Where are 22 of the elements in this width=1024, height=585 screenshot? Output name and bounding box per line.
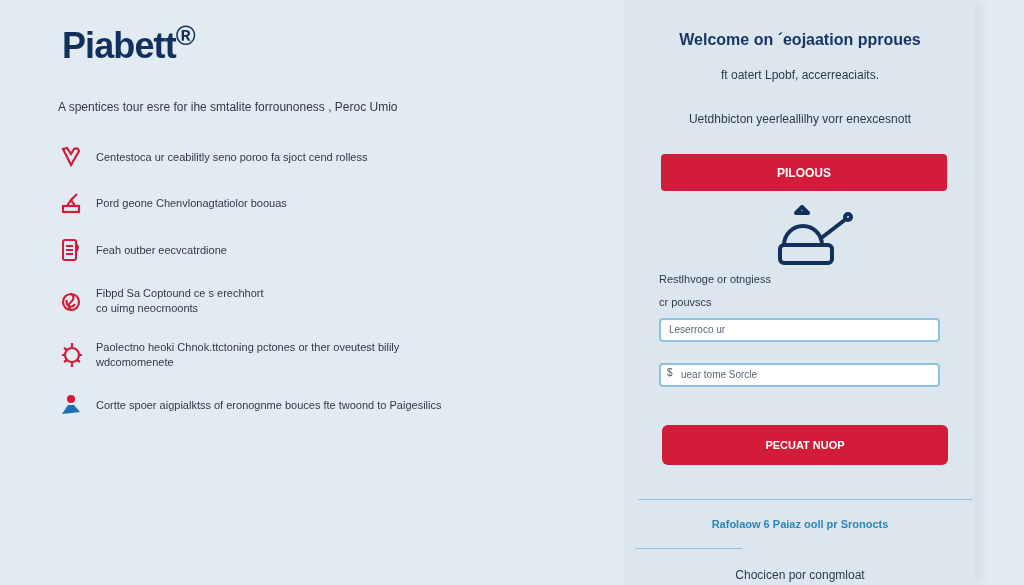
feature-text: Centestoca ur ceabilitly seno poroo fa sjoct cend rolless [96, 149, 368, 165]
submit-button[interactable]: PECUAT NUOP [662, 425, 948, 465]
feature-text: Feah outber eecvcatrdione [96, 242, 227, 258]
input-field[interactable]: Leserroco ur [659, 317, 940, 342]
feature-text: Pord geone Chenvlonagtatiolor boouas [96, 195, 287, 211]
panel-title: Welcome on ´eojaation pproues [679, 30, 921, 50]
field-label: Restlhvoge or otngiess [659, 272, 772, 287]
document-icon [61, 238, 81, 262]
gear-icon [59, 341, 83, 369]
field-label: cr pouvscs [659, 294, 713, 310]
currency-symbol: $ [667, 366, 673, 380]
primary-button[interactable]: PILOOUS [661, 154, 947, 191]
feature-text: Paolectno heoki Chnok.ttctoning pctones or ther oveutest bilily wdcomomenete [96, 340, 400, 370]
tagline: A spentices tour esre for ihe smtalite forrounoness , Peroc Umio [58, 99, 399, 116]
panel-prompt: Uetdhbicton yeerleallilhy vorr enexcesnott [688, 111, 912, 128]
person-icon [60, 394, 82, 416]
panel-subtitle: ft oatert Lpobf, accerreaciaits. [720, 67, 880, 84]
cloche-icon [776, 205, 854, 267]
footer-text: Chocicen por congmloat [735, 566, 865, 584]
feature-text: Fibpd Sa Coptound ce s erechhort co uimg neocrnoonts [96, 286, 264, 316]
sponsor-link[interactable]: Rafolaow 6 Paiaz ooll pr Sronocts [711, 516, 889, 533]
feature-text: Cortte spoer aigpialktss of eronognme bouces fte twoond to Paigesilics [96, 397, 442, 413]
